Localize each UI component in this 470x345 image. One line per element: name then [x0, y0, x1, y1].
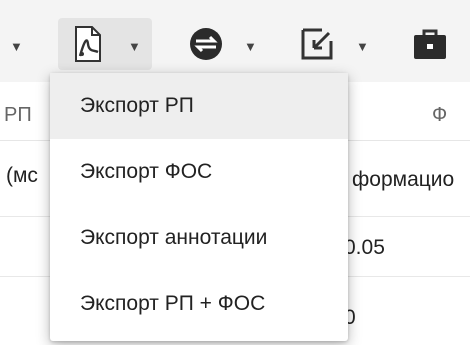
- sync-caret[interactable]: ▼: [244, 22, 257, 70]
- table-cell: (мс: [6, 164, 38, 187]
- pdf-export-button[interactable]: [72, 22, 104, 70]
- sync-button[interactable]: [188, 22, 224, 70]
- export-button[interactable]: [300, 22, 334, 70]
- table-cell: формацио: [352, 168, 455, 191]
- export-arrow-icon: [300, 27, 334, 66]
- export-dropdown-menu: Экспорт РП Экспорт ФОС Экспорт аннотации…: [50, 73, 348, 341]
- pdf-export-icon: [72, 25, 104, 67]
- menu-item-export-annotation[interactable]: Экспорт аннотации: [50, 205, 348, 271]
- toolbar: ▼ ▼ ▼ ▼: [0, 0, 470, 82]
- menu-item-export-rp[interactable]: Экспорт РП: [50, 73, 348, 139]
- briefcase-button[interactable]: [412, 22, 448, 70]
- menu-item-label: Экспорт ФОС: [80, 160, 213, 183]
- menu-item-export-rp-fos[interactable]: Экспорт РП + ФОС: [50, 271, 348, 337]
- caret-down-icon: ▼: [10, 38, 23, 54]
- caret-down-icon: ▼: [128, 38, 141, 54]
- caret-down-button[interactable]: ▼: [10, 22, 23, 70]
- export-caret[interactable]: ▼: [356, 22, 369, 70]
- caret-down-icon: ▼: [356, 38, 369, 54]
- briefcase-icon: [412, 26, 448, 67]
- table-header-cell: РП: [4, 104, 32, 126]
- sync-icon: [188, 26, 224, 67]
- menu-item-label: Экспорт аннотации: [80, 226, 268, 249]
- pdf-export-caret[interactable]: ▼: [128, 22, 141, 70]
- table-header-cell: Ф: [432, 104, 448, 126]
- caret-down-icon: ▼: [244, 38, 257, 54]
- table-cell: 0.05: [344, 236, 385, 259]
- menu-item-export-fos[interactable]: Экспорт ФОС: [50, 139, 348, 205]
- menu-item-label: Экспорт РП + ФОС: [80, 292, 266, 315]
- menu-item-label: Экспорт РП: [80, 94, 194, 117]
